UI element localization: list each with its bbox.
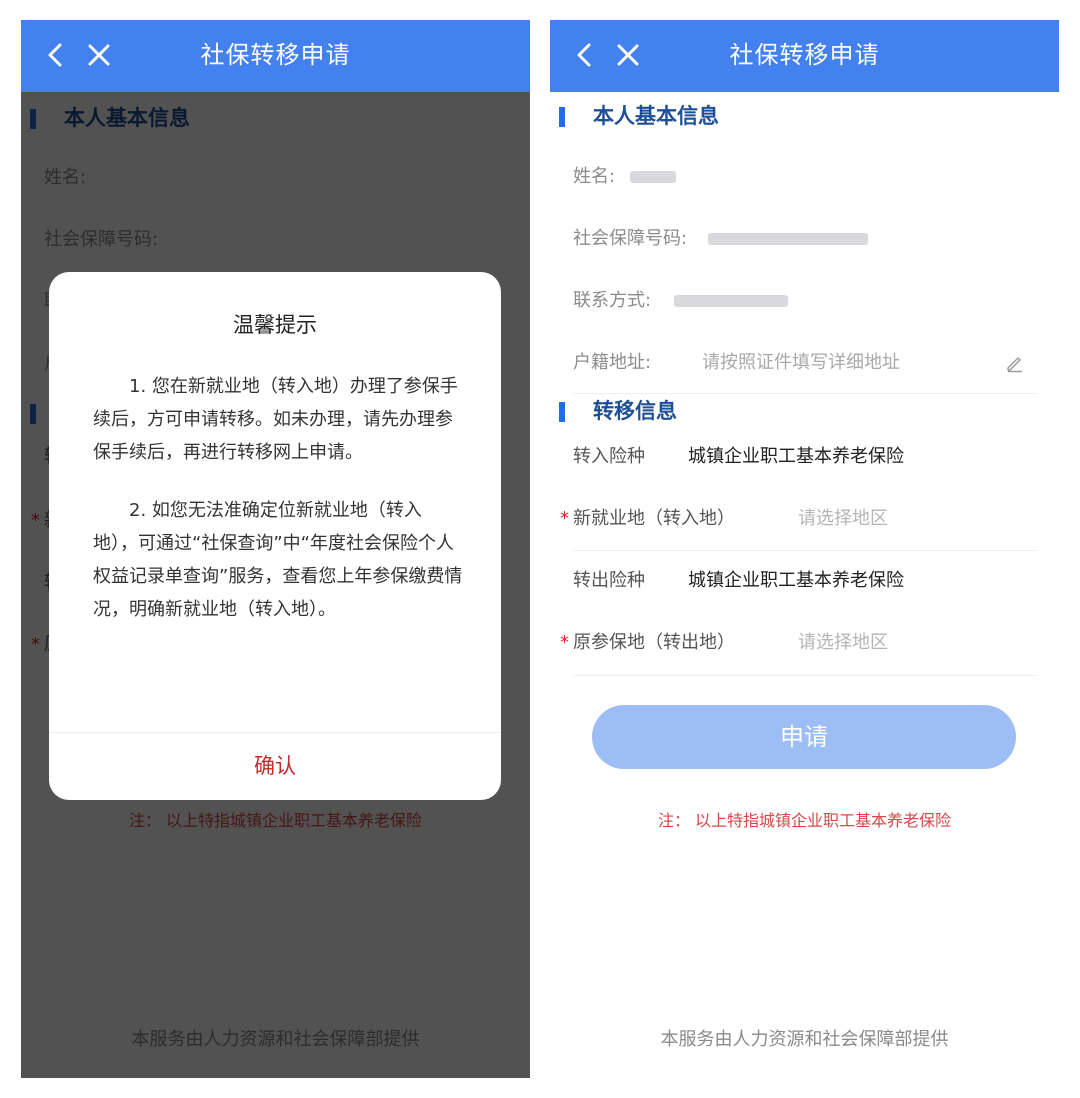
app-bar: 社保转移申请: [550, 20, 1059, 92]
apply-button[interactable]: 申请: [592, 705, 1016, 769]
dialog-body: 1. 您在新就业地（转入地）办理了参保手续后，方可申请转移。如未办理，请先办理参…: [93, 370, 463, 626]
page-title: 社保转移申请: [729, 41, 880, 69]
new-place-label: 新就业地（转入地）: [573, 508, 735, 529]
orig-place-select[interactable]: 请选择地区: [798, 628, 888, 658]
orig-place-row[interactable]: * 原参保地（转出地） 请选择地区: [550, 628, 1059, 658]
app-bar: 社保转移申请: [21, 20, 530, 92]
in-type-value: 城镇企业职工基本养老保险: [688, 446, 904, 467]
screen-with-dialog: 社保转移申请 本人基本信息 姓名: 社会保障号码: 联系方式: 户籍地址: 转移…: [21, 20, 530, 1078]
ssn-label: 社会保障号码:: [573, 228, 688, 249]
orig-place-label: 原参保地（转出地）: [573, 632, 735, 653]
confirm-button[interactable]: 确认: [49, 733, 501, 800]
note-text: 注： 以上特指城镇企业职工基本养老保险: [657, 811, 952, 830]
ssn-field: 社会保障号码:: [550, 224, 1059, 254]
out-type-label: 转出险种: [573, 570, 645, 591]
contact-label: 联系方式:: [573, 290, 652, 311]
out-type-value: 城镇企业职工基本养老保险: [688, 570, 904, 591]
footer-text: 本服务由人力资源和社会保障部提供: [660, 1029, 949, 1050]
divider: [573, 675, 1036, 676]
tip-dialog: 温馨提示 1. 您在新就业地（转入地）办理了参保手续后，方可申请转移。如未办理，…: [49, 272, 501, 800]
divider: [573, 393, 1036, 394]
name-field: 姓名:: [550, 162, 1059, 192]
page-title: 社保转移申请: [200, 41, 351, 69]
contact-field: 联系方式:: [550, 286, 1059, 316]
required-mark: *: [560, 632, 569, 653]
section-title: 转移信息: [593, 399, 677, 423]
section-title: 本人基本信息: [593, 104, 719, 128]
required-mark: *: [560, 508, 569, 529]
section-accent-bar: [559, 107, 565, 127]
new-place-row[interactable]: * 新就业地（转入地） 请选择地区: [550, 504, 1059, 534]
new-place-select[interactable]: 请选择地区: [798, 504, 888, 534]
address-input[interactable]: 请按照证件填写详细地址: [702, 348, 900, 378]
redacted-ssn: [708, 233, 868, 245]
screen-form: 社保转移申请 本人基本信息 姓名: 社会保障号码: 联系方式: 户籍地址: 请按…: [550, 20, 1059, 1078]
dialog-paragraph-1: 1. 您在新就业地（转入地）办理了参保手续后，方可申请转移。如未办理，请先办理参…: [93, 376, 458, 463]
redacted-name: [630, 171, 676, 183]
pencil-icon[interactable]: [1005, 353, 1025, 373]
in-type-label: 转入险种: [573, 446, 645, 467]
name-label: 姓名:: [573, 166, 616, 187]
address-label: 户籍地址:: [573, 352, 652, 373]
dialog-paragraph-2: 2. 如您无法准确定位新就业地（转入地），可通过“社保查询”中“年度社会保险个人…: [93, 500, 463, 620]
in-type-row: 转入险种 城镇企业职工基本养老保险: [550, 442, 1059, 472]
dialog-title: 温馨提示: [233, 313, 317, 337]
section-accent-bar: [559, 402, 565, 422]
redacted-contact: [674, 295, 788, 307]
out-type-row: 转出险种 城镇企业职工基本养老保险: [550, 566, 1059, 596]
address-field[interactable]: 户籍地址: 请按照证件填写详细地址: [550, 348, 1059, 378]
divider: [573, 550, 1036, 551]
